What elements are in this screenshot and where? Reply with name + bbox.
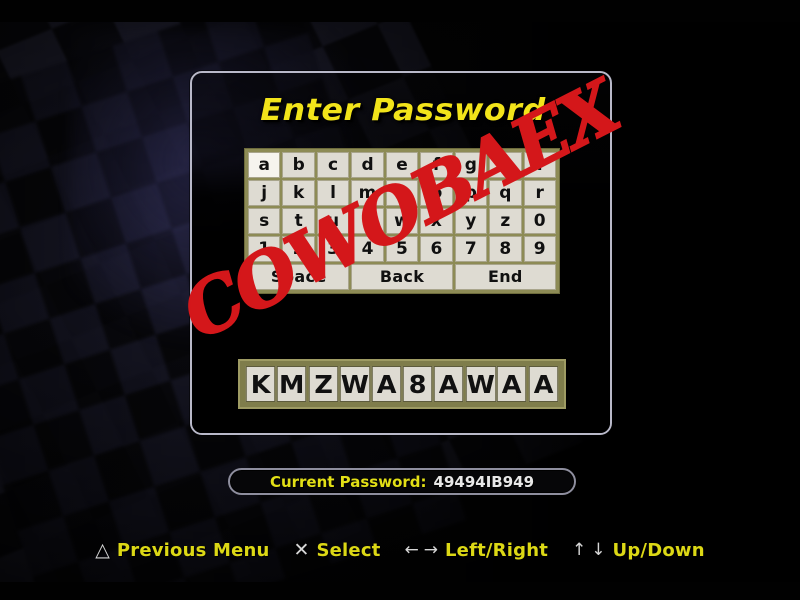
- keyboard-row: jklmnopqr: [247, 179, 557, 207]
- key-end[interactable]: End: [454, 264, 556, 290]
- keyboard-row: abcdefghi: [247, 151, 557, 179]
- key-back[interactable]: Back: [351, 264, 453, 290]
- password-dialog-panel: Enter Password abcdefghijklmnopqrstuvwxy…: [190, 71, 612, 435]
- entry-cell: A: [371, 366, 402, 402]
- key-v[interactable]: v: [351, 208, 384, 234]
- key-n[interactable]: n: [385, 180, 419, 206]
- key-1[interactable]: 1: [248, 236, 281, 262]
- control-hint: ← → Left/Right: [405, 540, 549, 561]
- key-y[interactable]: y: [454, 208, 488, 234]
- left-right-arrows-icon: ← →: [404, 539, 439, 560]
- key-a[interactable]: a: [248, 152, 281, 178]
- key-6[interactable]: 6: [420, 236, 453, 262]
- entry-cell: 8: [402, 366, 433, 402]
- control-hint-label: Up/Down: [612, 539, 705, 561]
- entry-cell: W: [339, 366, 370, 402]
- key-f[interactable]: f: [420, 152, 453, 178]
- key-i[interactable]: i: [523, 152, 556, 178]
- key-space[interactable]: Space: [248, 264, 350, 290]
- key-4[interactable]: 4: [351, 236, 384, 262]
- up-down-arrows-icon-b: ↓: [591, 539, 606, 560]
- up-down-arrows-icon: ↑ ↓: [572, 539, 606, 560]
- control-hint-label: Select: [316, 539, 381, 561]
- control-hint: △ Previous Menu: [95, 540, 269, 561]
- current-password-pill: Current Password: 49494IB949: [228, 468, 576, 495]
- key-u[interactable]: u: [316, 208, 350, 234]
- left-right-arrows-icon-b: →: [423, 539, 438, 560]
- up-down-arrows-icon-a: ↑: [572, 539, 587, 560]
- password-entry-display[interactable]: KMZWA8AWAA: [238, 359, 566, 409]
- key-l[interactable]: l: [316, 180, 350, 206]
- key-k[interactable]: k: [282, 180, 315, 206]
- key-e[interactable]: e: [385, 152, 419, 178]
- key-r[interactable]: r: [523, 180, 556, 206]
- current-password-label: Current Password:: [269, 472, 427, 491]
- triangle-button-icon: △: [95, 538, 110, 561]
- control-hint-label: Previous Menu: [116, 539, 270, 561]
- control-hint-bar: △ Previous Menu ✕ Select ← → Left/Right ↑ ↓ Up/Do…: [0, 534, 800, 566]
- letterbox-top: [0, 0, 800, 22]
- key-0[interactable]: 0: [523, 208, 556, 234]
- key-h[interactable]: h: [489, 152, 522, 178]
- key-t[interactable]: t: [282, 208, 315, 234]
- keyboard-row: 123456789: [247, 235, 557, 263]
- letterbox-bottom: [0, 582, 800, 600]
- key-o[interactable]: o: [420, 180, 453, 206]
- keyboard-action-row: Space Back End: [247, 263, 557, 291]
- key-z[interactable]: z: [489, 208, 522, 234]
- key-g[interactable]: g: [454, 152, 488, 178]
- key-s[interactable]: s: [248, 208, 281, 234]
- key-q[interactable]: q: [489, 180, 522, 206]
- key-2[interactable]: 2: [282, 236, 315, 262]
- key-3[interactable]: 3: [316, 236, 350, 262]
- key-9[interactable]: 9: [523, 236, 556, 262]
- control-hint: ↑ ↓ Up/Down: [572, 540, 705, 561]
- cross-button-icon: ✕: [293, 538, 310, 561]
- key-j[interactable]: j: [248, 180, 281, 206]
- key-w[interactable]: w: [385, 208, 419, 234]
- entry-cell: M: [277, 366, 308, 402]
- entry-cell: A: [434, 366, 465, 402]
- control-hint-label: Left/Right: [445, 539, 549, 561]
- entry-cell: A: [497, 366, 527, 402]
- key-b[interactable]: b: [282, 152, 315, 178]
- key-c[interactable]: c: [316, 152, 350, 178]
- key-8[interactable]: 8: [489, 236, 522, 262]
- key-7[interactable]: 7: [454, 236, 488, 262]
- current-password-value: 49494IB949: [433, 472, 535, 491]
- key-5[interactable]: 5: [385, 236, 419, 262]
- keyboard-row: stuvwxyz0: [247, 207, 557, 235]
- entry-cell: K: [245, 366, 276, 402]
- entry-cell: A: [528, 366, 559, 402]
- key-p[interactable]: p: [454, 180, 488, 206]
- entry-cell: W: [465, 366, 496, 402]
- onscreen-keyboard[interactable]: a b c d e f g h i j k l m n o p q r s t u v w x y z 0 1 2 3 4 5 6 7 8 9 Spac…: [244, 148, 560, 294]
- key-d[interactable]: d: [351, 152, 384, 178]
- key-m[interactable]: m: [351, 180, 384, 206]
- key-x[interactable]: x: [420, 208, 453, 234]
- entry-cell: Z: [308, 366, 339, 402]
- left-right-arrows-icon-a: ←: [404, 539, 419, 560]
- page-title: Enter Password: [260, 93, 546, 128]
- control-hint: ✕ Select: [294, 540, 381, 561]
